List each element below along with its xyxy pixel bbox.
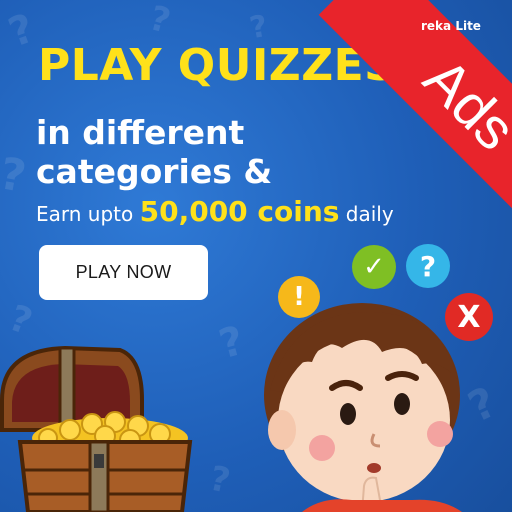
background-question-icon: ? — [2, 5, 41, 57]
coins-amount: 50,000 coins — [139, 195, 340, 228]
question-icon: ? — [406, 244, 450, 288]
ads-label: Ads — [411, 45, 512, 163]
background-question-icon: ? — [145, 0, 175, 42]
background-question-icon: ? — [0, 148, 30, 203]
earn-prefix: Earn upto — [36, 202, 134, 226]
thinking-boy-illustration — [264, 303, 462, 512]
earn-coins-text: Earn upto 50,000 coins daily — [36, 198, 394, 227]
background-question-icon: ? — [206, 458, 234, 502]
background-question-icon: ? — [214, 317, 249, 369]
brand-name: reka Lite — [421, 19, 481, 33]
check-icon: ✓ — [352, 245, 396, 289]
subheadline-line-2: categories & — [36, 152, 273, 191]
headline: PLAY QUIZZES — [38, 40, 397, 91]
subheadline-line-1: in different — [36, 113, 245, 152]
treasure-chest-illustration — [0, 345, 193, 512]
quiz-ad-banner[interactable]: ? ? ? ? ? ? ? ? PLAY QUIZZES in differen… — [0, 0, 512, 512]
earn-suffix: daily — [345, 202, 394, 226]
play-now-button[interactable]: PLAY NOW — [39, 245, 208, 300]
